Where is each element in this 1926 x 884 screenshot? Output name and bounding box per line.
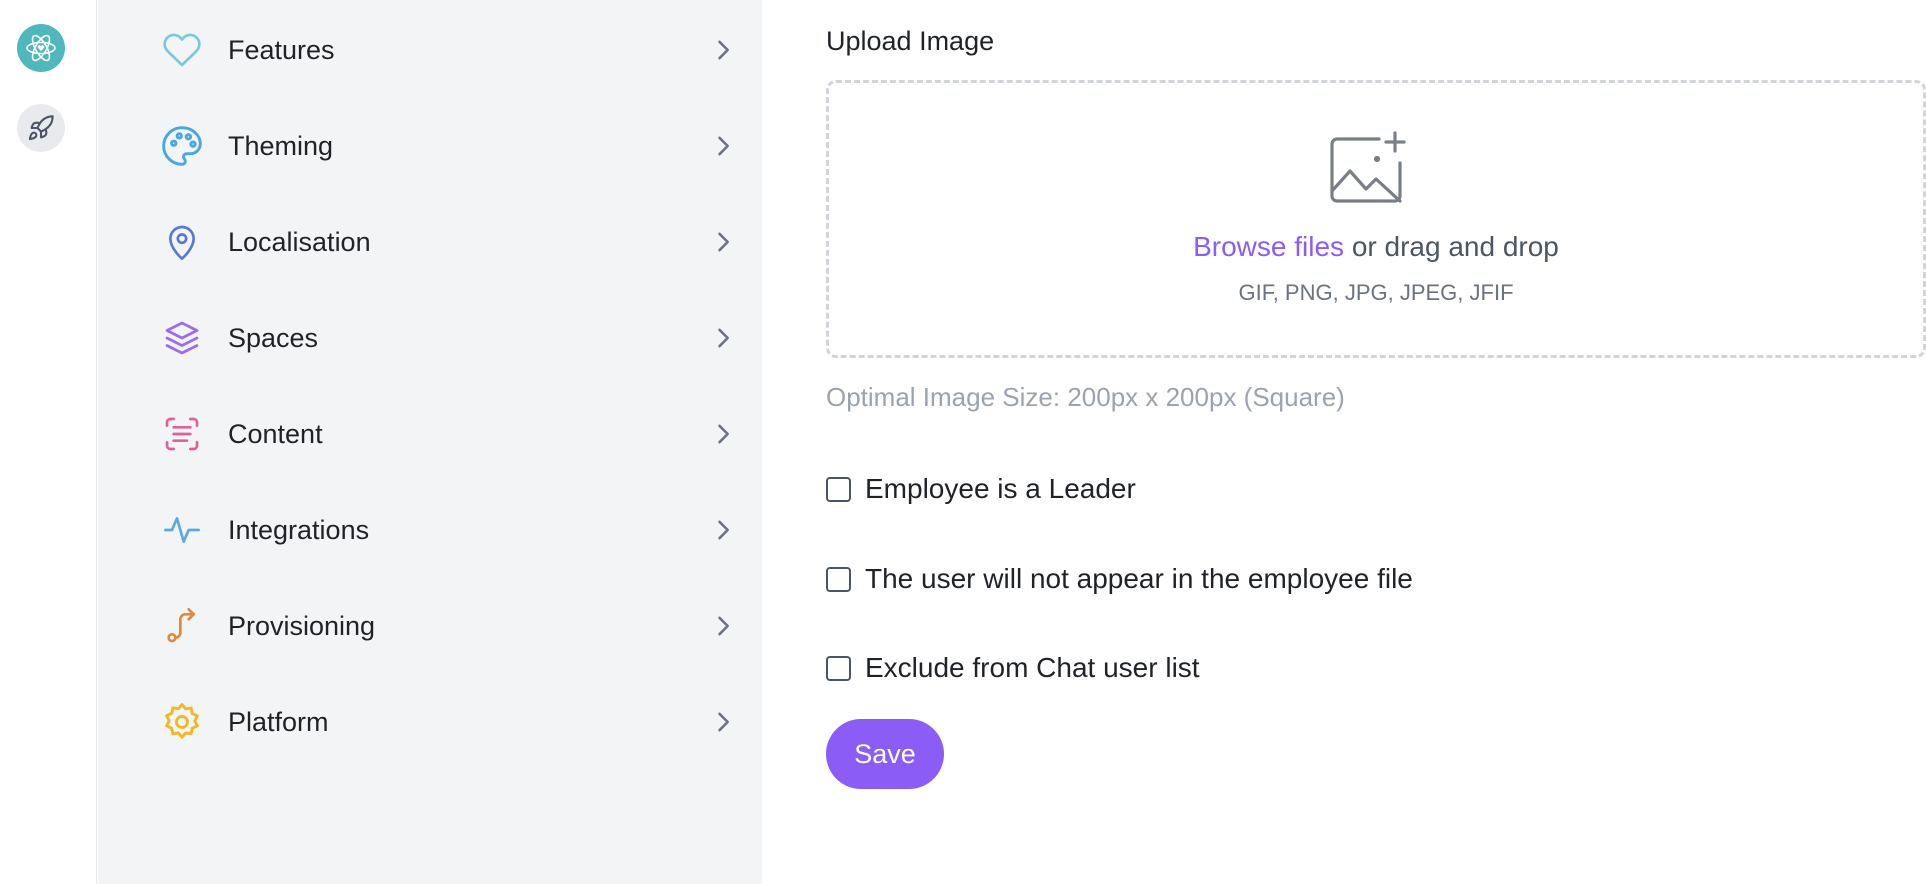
image-add-icon	[1330, 131, 1406, 203]
chevron-right-icon	[718, 136, 729, 156]
menu-item-integrations[interactable]: Integrations	[158, 495, 740, 565]
leader-checkbox-label: Employee is a Leader	[865, 473, 1136, 504]
menu-item-label: Theming	[228, 130, 334, 161]
chevron-right-icon	[718, 616, 729, 636]
layers-icon	[165, 321, 199, 355]
launchpad-button[interactable]	[17, 104, 65, 152]
atom-heart-icon	[26, 34, 56, 62]
menu-item-localisation[interactable]: Localisation	[158, 207, 740, 277]
chevron-right-icon	[718, 232, 729, 252]
menu-item-label: Platform	[228, 706, 329, 737]
hide-from-employee-file-checkbox[interactable]	[826, 566, 851, 592]
heart-icon	[163, 33, 201, 67]
menu-item-provisioning[interactable]: Provisioning	[158, 591, 740, 661]
chevron-right-icon	[718, 712, 729, 732]
chevron-right-icon	[718, 424, 729, 444]
menu-item-content[interactable]: Content	[158, 399, 740, 469]
rocket-icon	[28, 115, 54, 141]
allowed-file-types: GIF, PNG, JPG, JPEG, JFIF	[1238, 280, 1514, 305]
leader-option[interactable]: Employee is a Leader	[826, 473, 1136, 505]
main-panel: Upload Image Browse files or drag and dr…	[762, 0, 1926, 884]
hide-from-employee-file-label: The user will not appear in the employee…	[865, 563, 1413, 594]
menu-item-label: Content	[228, 418, 323, 449]
menu-item-platform[interactable]: Platform	[158, 687, 740, 757]
menu-item-spaces[interactable]: Spaces	[158, 303, 740, 373]
exclude-chat-option[interactable]: Exclude from Chat user list	[826, 652, 1200, 684]
exclude-chat-checkbox[interactable]	[826, 655, 851, 681]
exclude-chat-label: Exclude from Chat user list	[865, 652, 1200, 683]
route-icon	[167, 608, 195, 643]
icon-rail	[0, 0, 97, 884]
image-size-hint: Optimal Image Size: 200px x 200px (Squar…	[826, 382, 1345, 412]
menu-item-label: Integrations	[228, 514, 370, 545]
palette-icon	[162, 126, 202, 166]
image-dropzone[interactable]: Browse files or drag and drop GIF, PNG, …	[826, 80, 1926, 358]
menu-item-theming[interactable]: Theming	[158, 111, 740, 181]
leader-checkbox[interactable]	[826, 476, 851, 502]
chevron-right-icon	[718, 40, 729, 60]
activity-icon	[164, 517, 201, 543]
map-pin-icon	[169, 225, 195, 260]
settings-menu: Features Theming Localisation Spaces Con…	[98, 0, 762, 884]
drag-drop-text: or drag and drop	[1351, 231, 1559, 262]
scan-text-icon	[165, 417, 199, 451]
gear-icon	[165, 703, 199, 739]
menu-item-label: Spaces	[228, 322, 319, 353]
chevron-right-icon	[718, 328, 729, 348]
menu-item-features[interactable]: Features	[158, 15, 740, 85]
menu-item-label: Localisation	[228, 226, 371, 257]
upload-image-title: Upload Image	[826, 26, 995, 56]
menu-item-label: Features	[228, 34, 335, 65]
app-logo-button[interactable]	[17, 24, 65, 72]
hide-from-employee-file-option[interactable]: The user will not appear in the employee…	[826, 563, 1413, 595]
browse-files-link[interactable]: Browse files	[1193, 231, 1344, 262]
chevron-right-icon	[718, 520, 729, 540]
app-root: Features Theming Localisation Spaces Con…	[0, 0, 1926, 884]
save-button[interactable]: Save	[826, 719, 944, 789]
menu-item-label: Provisioning	[228, 610, 376, 641]
